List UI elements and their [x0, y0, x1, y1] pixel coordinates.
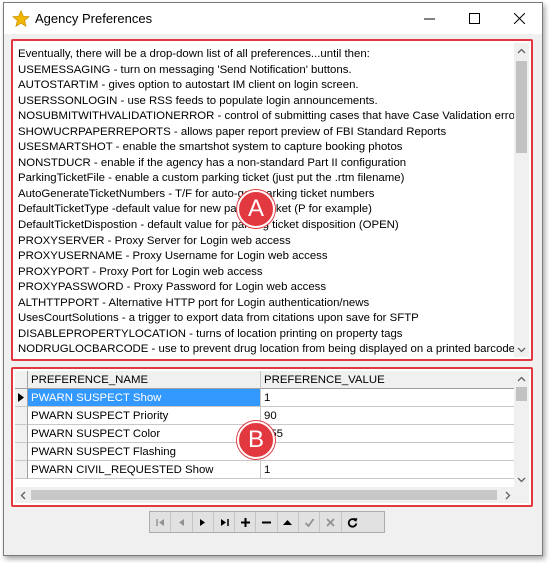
- preference-name-cell[interactable]: PWARN SUSPECT Show: [28, 389, 261, 407]
- grid-scroll-up-arrow[interactable]: [514, 371, 529, 386]
- prior-icon: [178, 518, 184, 526]
- cancel-button[interactable]: [320, 512, 342, 532]
- preference-name-cell[interactable]: PWARN SUSPECT Priority: [28, 407, 261, 425]
- grid-scroll-left-arrow[interactable]: [15, 487, 30, 503]
- memo-line: USERSSONLOGIN - use RSS feeds to populat…: [18, 94, 378, 107]
- row-indicator-cell[interactable]: [15, 407, 28, 425]
- table-row[interactable]: PWARN SUSPECT Show 1: [15, 389, 515, 407]
- post-icon: [304, 517, 314, 527]
- scrollbar-thumb[interactable]: [516, 61, 527, 153]
- chevron-down-icon: [517, 477, 526, 482]
- grid-vertical-scrollbar[interactable]: [514, 371, 529, 487]
- close-icon: [514, 13, 525, 24]
- memo-line: UsesCourtSolutions - a trigger to export…: [18, 312, 419, 325]
- title-bar[interactable]: Agency Preferences: [4, 3, 542, 34]
- insert-button[interactable]: [235, 512, 257, 532]
- memo-line: USESMARTSHOT - enable the smartshot syst…: [18, 141, 403, 154]
- memo-line: AUTOSTARTIM - gives option to autostart …: [18, 79, 359, 92]
- first-button[interactable]: [150, 512, 172, 532]
- next-icon: [200, 518, 206, 526]
- memo-line: NOSUBMITWITHVALIDATIONERROR - control of…: [18, 110, 514, 123]
- memo-line: ALTHTTPPORT - Alternative HTTP port for …: [18, 296, 370, 309]
- memo-line: USEMESSAGING - turn on messaging 'Send N…: [18, 63, 352, 76]
- preference-value-cell[interactable]: 1: [261, 389, 515, 407]
- insert-icon: [240, 517, 250, 527]
- preferences-grid-panel: PREFERENCE_NAME PREFERENCE_VALUE PWARN S…: [11, 367, 533, 507]
- window-title: Agency Preferences: [35, 11, 153, 26]
- prior-button[interactable]: [171, 512, 193, 532]
- row-indicator-cell[interactable]: [15, 389, 28, 407]
- row-indicator-cell[interactable]: [15, 425, 28, 443]
- column-header-preference-name[interactable]: PREFERENCE_NAME: [28, 371, 261, 389]
- last-button[interactable]: [214, 512, 236, 532]
- db-navigator: [149, 511, 385, 533]
- memo-line: SHOWUCRPAPERREPORTS - allows paper repor…: [18, 125, 447, 138]
- preference-name-cell[interactable]: PWARN CIVIL_REQUESTED Show: [28, 461, 261, 479]
- memo-line: PROXYUSERNAME - Proxy Username for Login…: [18, 250, 328, 263]
- memo-line: Eventually, there will be a drop-down li…: [18, 48, 370, 60]
- refresh-icon: [347, 517, 358, 528]
- preference-value-cell[interactable]: 1: [261, 461, 515, 479]
- minimize-icon: [424, 18, 435, 20]
- current-row-arrow-icon: [18, 393, 24, 402]
- preference-value-cell[interactable]: 255: [261, 425, 515, 443]
- memo-vertical-scrollbar[interactable]: [514, 43, 529, 357]
- star-icon: [12, 10, 30, 27]
- chevron-down-icon: [517, 347, 526, 352]
- memo-line: ParkingTicketFile - enable a custom park…: [18, 172, 405, 185]
- memo-line: NONSTDUCR - enable if the agency has a n…: [18, 156, 407, 169]
- callout-badge-a: A: [237, 190, 275, 228]
- grid-header-row: PREFERENCE_NAME PREFERENCE_VALUE: [15, 371, 515, 389]
- edit-icon: [283, 519, 293, 525]
- preference-name-cell[interactable]: PWARN SUSPECT Flashing: [28, 443, 261, 461]
- delete-icon: [262, 521, 272, 523]
- agency-preferences-window: Agency Preferences Eventually, there wil…: [3, 2, 543, 556]
- table-row[interactable]: PWARN CIVIL_REQUESTED Show 1: [15, 461, 515, 479]
- callout-badge-b: B: [237, 421, 275, 459]
- grid-scrollbar-thumb[interactable]: [516, 387, 527, 401]
- scroll-down-arrow[interactable]: [514, 342, 529, 357]
- post-button[interactable]: [299, 512, 321, 532]
- preference-value-cell[interactable]: [261, 443, 515, 461]
- grid-scroll-down-arrow[interactable]: [514, 472, 529, 487]
- grid-hscroll-thumb[interactable]: [31, 490, 497, 500]
- memo-line: PROXYPORT - Proxy Port for Login web acc…: [18, 265, 263, 278]
- maximize-icon: [469, 13, 480, 24]
- cancel-icon: [326, 517, 335, 527]
- maximize-button[interactable]: [452, 3, 497, 34]
- chevron-right-icon: [505, 491, 510, 499]
- first-icon: [155, 518, 164, 526]
- last-icon: [220, 518, 229, 526]
- scrollbar-corner: [514, 487, 529, 503]
- edit-button[interactable]: [278, 512, 300, 532]
- memo-line: PROXYSERVER - Proxy Server for Login web…: [18, 234, 291, 247]
- memo-line: DISABLEPROPERTYLOCATION - turns of locat…: [18, 327, 403, 340]
- close-button[interactable]: [497, 3, 542, 34]
- delete-button[interactable]: [256, 512, 278, 532]
- grid-scroll-right-arrow[interactable]: [500, 487, 515, 503]
- memo-line: NODRUGLOCBARCODE - use to prevent drug l…: [18, 343, 514, 356]
- header-indicator-cell: [15, 371, 28, 389]
- refresh-button[interactable]: [342, 512, 363, 532]
- next-button[interactable]: [193, 512, 214, 532]
- column-header-preference-value[interactable]: PREFERENCE_VALUE: [261, 371, 515, 389]
- preferences-help-panel: Eventually, there will be a drop-down li…: [11, 39, 533, 361]
- memo-line: PROXYPASSWORD - Proxy Password for Login…: [18, 281, 327, 294]
- row-indicator-cell[interactable]: [15, 461, 28, 479]
- scroll-up-arrow[interactable]: [514, 43, 529, 58]
- row-indicator-cell[interactable]: [15, 443, 28, 461]
- preference-name-cell[interactable]: PWARN SUSPECT Color: [28, 425, 261, 443]
- chevron-up-icon: [517, 376, 526, 381]
- chevron-up-icon: [517, 48, 526, 53]
- minimize-button[interactable]: [407, 3, 452, 34]
- grid-horizontal-scrollbar[interactable]: [15, 487, 515, 503]
- preference-value-cell[interactable]: 90: [261, 407, 515, 425]
- chevron-left-icon: [20, 491, 25, 499]
